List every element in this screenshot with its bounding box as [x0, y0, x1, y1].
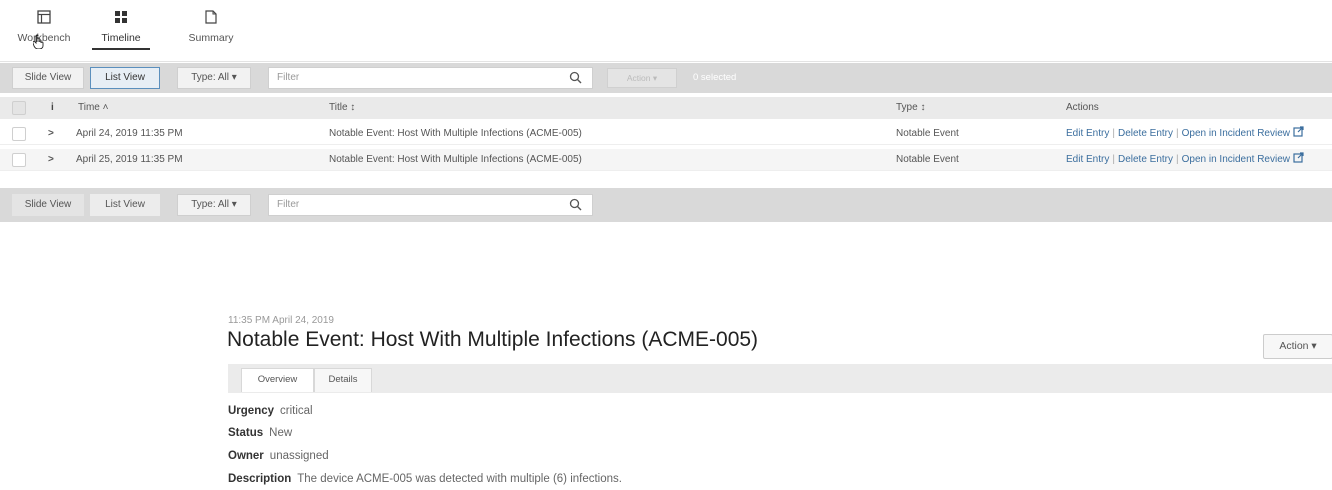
- type-filter-dropdown[interactable]: Type: All ▾: [177, 194, 251, 216]
- slide-view-button[interactable]: Slide View: [12, 67, 84, 89]
- top-nav: Workbench Timeline Summary: [0, 0, 1332, 62]
- table-row[interactable]: > April 25, 2019 11:35 PM Notable Event:…: [0, 149, 1332, 171]
- event-title: Notable Event: Host With Multiple Infect…: [227, 328, 759, 351]
- actions-column-header: Actions: [1066, 102, 1099, 113]
- document-icon: [180, 10, 242, 26]
- description-label: Description: [228, 473, 292, 485]
- grid-icon: [92, 10, 150, 26]
- table-header: i Time ˄ Title ↕ Type ↕ Actions: [0, 97, 1332, 119]
- description-field: Description The device ACME-005 was detec…: [228, 473, 622, 485]
- urgency-value: critical: [280, 405, 313, 417]
- urgency-label: Urgency: [228, 405, 275, 417]
- filter-placeholder: Filter: [277, 72, 300, 83]
- time-column-header[interactable]: Time ˄: [78, 97, 108, 119]
- owner-value: unassigned: [269, 450, 329, 462]
- row-checkbox[interactable]: [12, 153, 26, 167]
- hand-cursor-icon: [32, 34, 46, 50]
- edit-entry-link[interactable]: Edit Entry: [1066, 128, 1109, 139]
- expand-chevron-icon[interactable]: >: [48, 149, 54, 171]
- link-separator: |: [1176, 128, 1179, 139]
- slide-view-button[interactable]: Slide View: [12, 194, 84, 216]
- status-label: Status: [228, 427, 264, 439]
- row-type: Notable Event: [896, 128, 959, 139]
- search-icon[interactable]: [569, 71, 582, 92]
- row-time: April 25, 2019 11:35 PM: [76, 154, 183, 165]
- select-all-checkbox[interactable]: [12, 101, 26, 115]
- tab-timeline[interactable]: Timeline: [92, 10, 150, 50]
- external-link-icon[interactable]: [1293, 152, 1304, 165]
- filter-input[interactable]: Filter: [268, 67, 593, 89]
- status-field: Status New: [228, 427, 292, 439]
- delete-entry-link[interactable]: Delete Entry: [1118, 128, 1173, 139]
- info-column-header: i: [51, 102, 54, 113]
- link-separator: |: [1112, 128, 1115, 139]
- tab-summary[interactable]: Summary: [180, 10, 242, 48]
- row-actions: Edit Entry | Delete Entry | Open in Incident…: [1066, 123, 1304, 145]
- event-date: 11:35 PM April 24, 2019: [228, 315, 334, 326]
- row-title: Notable Event: Host With Multiple Infect…: [329, 128, 582, 139]
- edit-entry-link[interactable]: Edit Entry: [1066, 154, 1109, 165]
- selected-count: 0 selected: [693, 72, 737, 83]
- description-value: The device ACME-005 was detected with mu…: [297, 473, 622, 485]
- list-view-button[interactable]: List View: [90, 194, 160, 216]
- row-time: April 24, 2019 11:35 PM: [76, 128, 183, 139]
- row-type: Notable Event: [896, 154, 959, 165]
- tab-details[interactable]: Details: [314, 368, 372, 392]
- tab-summary-label: Summary: [188, 32, 234, 44]
- timeline-toolbar: Slide View List View Type: All ▾ Filter …: [0, 63, 1332, 93]
- external-link-icon[interactable]: [1293, 126, 1304, 139]
- row-checkbox[interactable]: [12, 127, 26, 141]
- search-icon[interactable]: [569, 198, 582, 219]
- tab-overview[interactable]: Overview: [241, 368, 314, 392]
- title-column-header[interactable]: Title ↕: [329, 97, 355, 119]
- type-filter-dropdown[interactable]: Type: All ▾: [177, 67, 251, 89]
- link-separator: |: [1176, 154, 1179, 165]
- open-incident-review-link[interactable]: Open in Incident Review: [1182, 154, 1290, 165]
- row-title: Notable Event: Host With Multiple Infect…: [329, 154, 582, 165]
- urgency-field: Urgency critical: [228, 405, 313, 417]
- detail-tabs: Overview Details: [228, 364, 1332, 393]
- filter-placeholder: Filter: [277, 199, 300, 210]
- tab-timeline-label: Timeline: [92, 32, 150, 50]
- link-separator: |: [1112, 154, 1115, 165]
- expand-chevron-icon[interactable]: >: [48, 123, 54, 145]
- owner-field: Owner unassigned: [228, 450, 329, 462]
- table-row[interactable]: > April 24, 2019 11:35 PM Notable Event:…: [0, 123, 1332, 145]
- open-incident-review-link[interactable]: Open in Incident Review: [1182, 128, 1290, 139]
- list-view-button[interactable]: List View: [90, 67, 160, 89]
- workbench-icon: [14, 10, 74, 26]
- delete-entry-link[interactable]: Delete Entry: [1118, 154, 1173, 165]
- slide-view-toolbar: Slide View List View Type: All ▾ Filter: [0, 188, 1332, 222]
- type-column-header[interactable]: Type ↕: [896, 97, 925, 119]
- filter-input[interactable]: Filter: [268, 194, 593, 216]
- status-value: New: [269, 427, 293, 439]
- action-button-disabled: Action ▾: [607, 68, 677, 88]
- detail-action-button[interactable]: Action ▾: [1263, 334, 1332, 359]
- row-actions: Edit Entry | Delete Entry | Open in Incident…: [1066, 149, 1304, 171]
- owner-label: Owner: [228, 450, 264, 462]
